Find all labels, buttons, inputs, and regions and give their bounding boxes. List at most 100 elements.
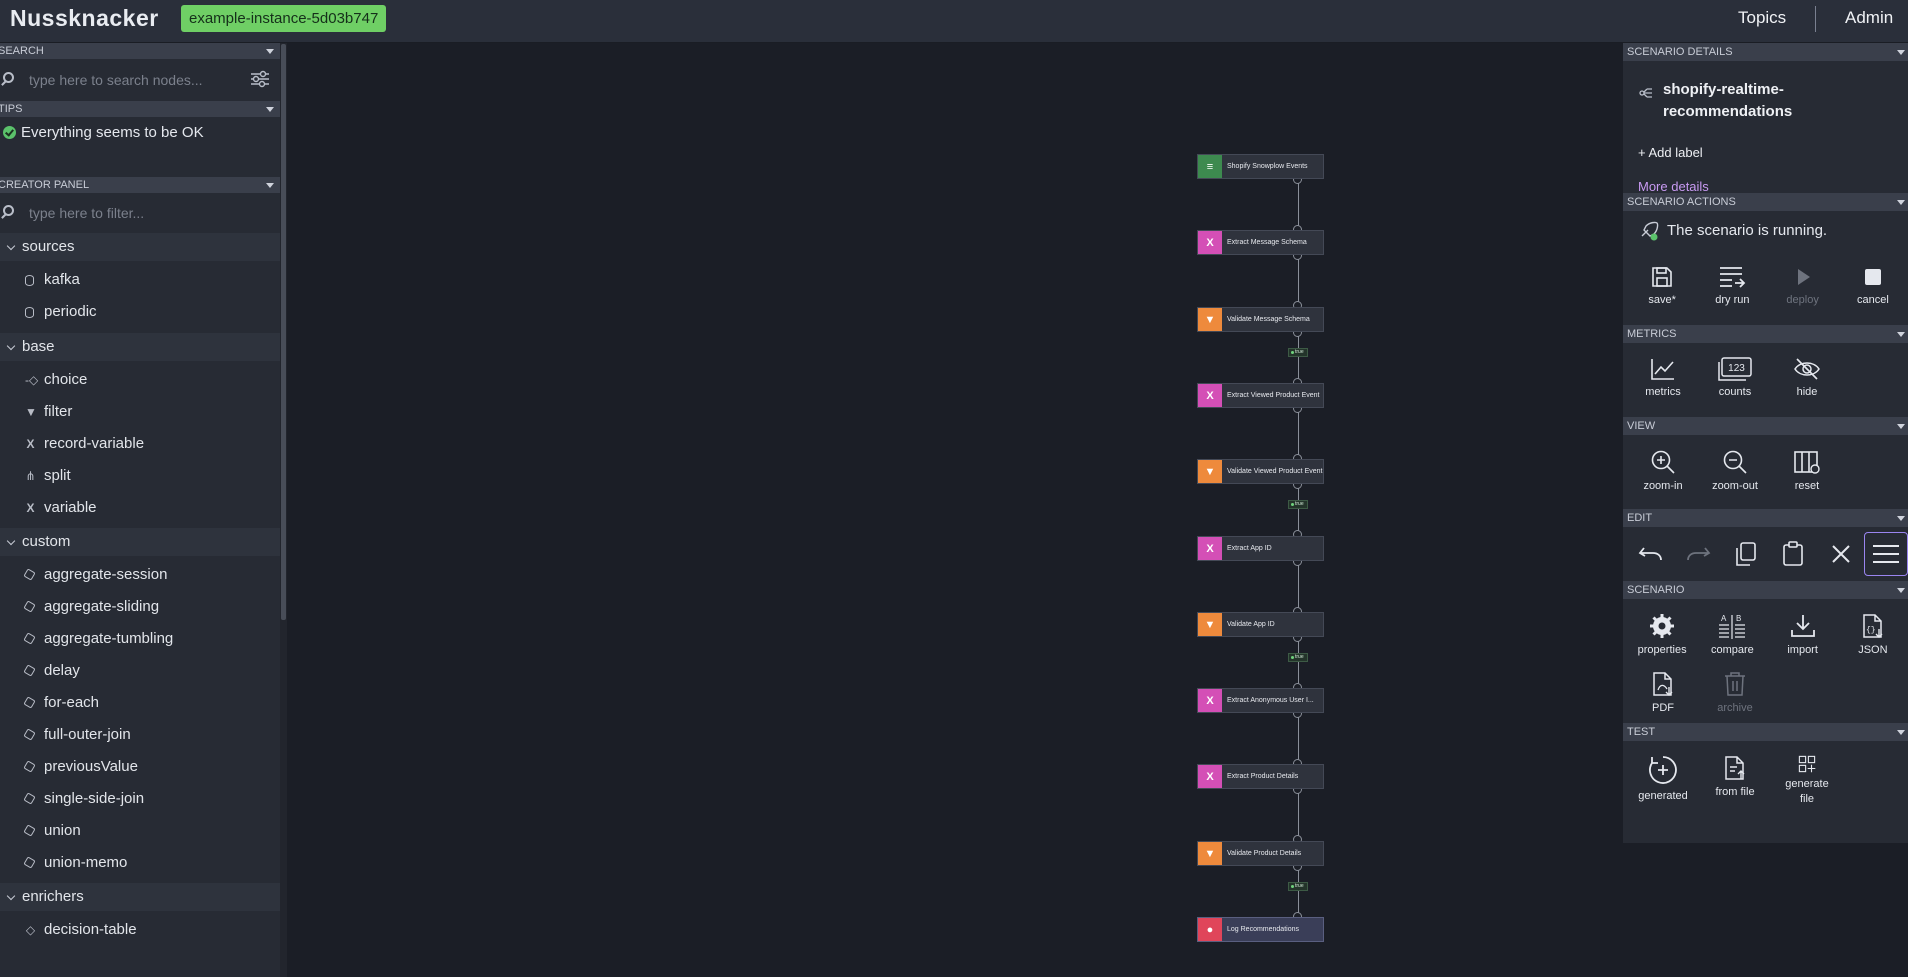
collapse-caret-icon[interactable] [266,49,274,54]
group-custom[interactable]: custom [0,528,280,556]
button-label: hide [1796,386,1818,398]
view-header[interactable]: VIEW [1623,417,1908,435]
save-button[interactable]: save* [1627,251,1697,317]
zoom-in-button[interactable]: zoom-in [1627,435,1699,501]
creator-item-variable[interactable]: Xvariable [0,492,280,524]
graph-node-source[interactable]: ≡ Shopify Snowplow Events [1197,154,1324,179]
collapse-caret-icon[interactable] [1897,332,1905,337]
search-panel-header[interactable]: SEARCH [0,43,280,59]
creator-item-aggregate-tumbling[interactable]: aggregate-tumbling [0,623,280,655]
zoom-out-button[interactable]: zoom-out [1699,435,1771,501]
counts-button[interactable]: 123 counts [1699,343,1771,409]
layout-button[interactable] [1864,532,1908,576]
creator-item-delay[interactable]: delay [0,655,280,687]
creator-item-record-variable[interactable]: Xrecord-variable [0,428,280,460]
creator-item-full-outer-join[interactable]: full-outer-join [0,719,280,751]
collapse-caret-icon[interactable] [266,107,274,112]
left-panel-scrollbar-thumb[interactable] [281,44,286,620]
group-base[interactable]: base [0,333,280,361]
graph-canvas[interactable]: ≡ Shopify Snowplow Events X Extract Message… [287,43,1622,977]
test-header[interactable]: TEST [1623,723,1908,741]
creator-item-split[interactable]: ⋔ split [0,460,280,492]
pdf-export-button[interactable]: PDF [1627,657,1699,723]
creator-item-aggregate-session[interactable]: aggregate-session [0,559,280,591]
copy-button[interactable] [1722,527,1769,581]
graph-node-filter[interactable]: ▼ Validate Viewed Product Event [1197,459,1324,484]
test-from-file-button[interactable]: from file [1699,741,1771,807]
graph-node-variable[interactable]: X Extract App ID [1197,536,1324,561]
app-logo[interactable]: Nussknacker [10,5,159,32]
undo-button[interactable] [1627,527,1674,581]
node-search-input[interactable]: type here to search nodes... [29,72,203,88]
creator-filter-input[interactable]: type here to filter... [29,205,144,221]
graph-node-sink[interactable]: ● Log Recommendations [1197,917,1324,942]
creator-item-periodic[interactable]: periodic [0,296,280,328]
graph-node-variable[interactable]: X Extract Viewed Product Event [1197,383,1324,408]
more-details-link[interactable]: More details [1638,179,1709,194]
creator-item-kafka[interactable]: kafka [0,264,280,296]
pdf-file-icon [1653,672,1673,696]
add-label-button[interactable]: + Add label [1638,145,1703,160]
search-filters-icon[interactable] [250,70,270,88]
nav-topics[interactable]: Topics [1738,8,1786,28]
group-sources[interactable]: sources [0,233,280,261]
properties-button[interactable]: properties [1627,599,1697,665]
creator-item-previousValue[interactable]: previousValue [0,751,280,783]
reset-view-button[interactable]: reset [1771,435,1843,501]
creator-item-decision-table[interactable]: ◇ decision-table [0,914,280,946]
redo-button[interactable] [1674,527,1721,581]
paste-button[interactable] [1769,527,1816,581]
nav-admin[interactable]: Admin [1845,8,1893,28]
file-upload-icon [1725,756,1745,780]
edit-header[interactable]: EDIT [1623,509,1908,527]
collapse-caret-icon[interactable] [266,183,274,188]
node-search-box[interactable]: type here to search nodes... [0,59,280,101]
dry-run-button[interactable]: dry run [1697,251,1767,317]
tips-panel-header[interactable]: TIPS [0,101,280,117]
cancel-button[interactable]: cancel [1838,251,1908,317]
graph-edge [1298,637,1299,688]
filter-icon: ▼ [25,405,37,419]
deploy-button[interactable]: deploy [1768,251,1838,317]
creator-item-choice[interactable]: -◇ choice [0,364,280,396]
collapse-caret-icon[interactable] [1897,730,1905,735]
graph-node-filter[interactable]: ▼ Validate App ID [1197,612,1324,637]
compare-button[interactable]: AB compare [1697,599,1767,665]
import-button[interactable]: import [1768,599,1838,665]
variable-node-icon: X [1198,765,1222,788]
graph-node-filter[interactable]: ▼ Validate Message Schema [1197,307,1324,332]
graph-node-variable[interactable]: X Extract Anonymous User I... [1197,688,1324,713]
scenario-actions-header[interactable]: SCENARIO ACTIONS [1623,193,1908,211]
scenario-header[interactable]: SCENARIO [1623,581,1908,599]
hide-button[interactable]: hide [1771,343,1843,409]
generate-file-button[interactable]: generate file [1771,741,1843,807]
creator-item-single-side-join[interactable]: single-side-join [0,783,280,815]
generated-test-button[interactable]: generated [1627,741,1699,807]
collapse-caret-icon[interactable] [1897,200,1905,205]
collapse-caret-icon[interactable] [1897,516,1905,521]
creator-filter-box[interactable]: type here to filter... [0,193,280,233]
creator-item-for-each[interactable]: for-each [0,687,280,719]
collapse-caret-icon[interactable] [1897,50,1905,55]
archive-button[interactable]: archive [1699,657,1771,723]
metrics-button[interactable]: metrics [1627,343,1699,409]
creator-item-filter[interactable]: ▼ filter [0,396,280,428]
creator-item-aggregate-sliding[interactable]: aggregate-sliding [0,591,280,623]
zoom-in-icon [1651,450,1675,474]
creator-item-union-memo[interactable]: union-memo [0,847,280,879]
scenario-buttons-row1: properties AB compare import {} JSON [1623,599,1908,665]
graph-node-filter[interactable]: ▼ Validate Product Details [1197,841,1324,866]
scenario-status-text: The scenario is running. [1667,222,1828,239]
collapse-caret-icon[interactable] [1897,588,1905,593]
delete-button[interactable] [1817,527,1864,581]
group-enrichers[interactable]: enrichers [0,883,280,911]
collapse-caret-icon[interactable] [1897,424,1905,429]
creator-item-union[interactable]: union [0,815,280,847]
graph-node-variable[interactable]: X Extract Product Details [1197,764,1324,789]
graph-node-variable[interactable]: X Extract Message Schema [1197,230,1324,255]
json-export-button[interactable]: {} JSON [1838,599,1908,665]
scenario-details-header[interactable]: SCENARIO DETAILS [1623,43,1908,61]
metrics-header[interactable]: METRICS [1623,325,1908,343]
eye-off-icon [1794,358,1820,380]
creator-panel-header[interactable]: CREATOR PANEL [0,177,280,193]
